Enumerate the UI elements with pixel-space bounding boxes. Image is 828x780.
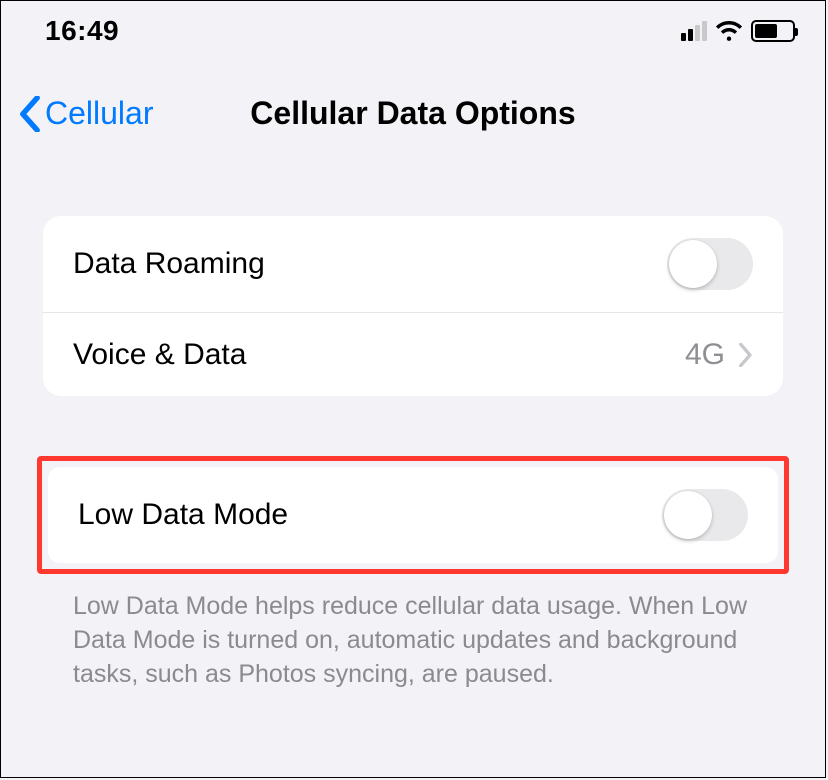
status-time: 16:49 [45,15,119,47]
back-button[interactable]: Cellular [19,95,153,132]
cellular-signal-icon [681,21,707,41]
group-footer-note: Low Data Mode helps reduce cellular data… [1,574,825,691]
status-icons [681,20,795,42]
row-label: Voice & Data [73,338,246,372]
settings-group-2: Low Data Mode [48,467,778,563]
settings-group-1: Data Roaming Voice & Data 4G [1,216,825,396]
row-right: 4G [685,338,753,372]
highlight-callout: Low Data Mode [37,456,789,574]
settings-screen: 16:49 Cellular Cellular Data Options Dat… [0,0,826,778]
battery-icon [751,20,795,42]
row-label: Low Data Mode [78,498,288,532]
row-low-data-mode[interactable]: Low Data Mode [48,467,778,563]
row-label: Data Roaming [73,247,265,281]
chevron-right-icon [739,343,753,367]
back-button-label: Cellular [45,95,153,132]
low-data-mode-toggle[interactable] [662,489,748,541]
voice-data-value: 4G [685,338,725,372]
row-data-roaming[interactable]: Data Roaming [43,216,783,312]
row-voice-and-data[interactable]: Voice & Data 4G [43,312,783,396]
data-roaming-toggle[interactable] [667,238,753,290]
chevron-left-icon [19,96,41,132]
status-bar: 16:49 [1,1,825,55]
nav-header: Cellular Cellular Data Options [1,55,825,152]
wifi-icon [715,20,743,42]
